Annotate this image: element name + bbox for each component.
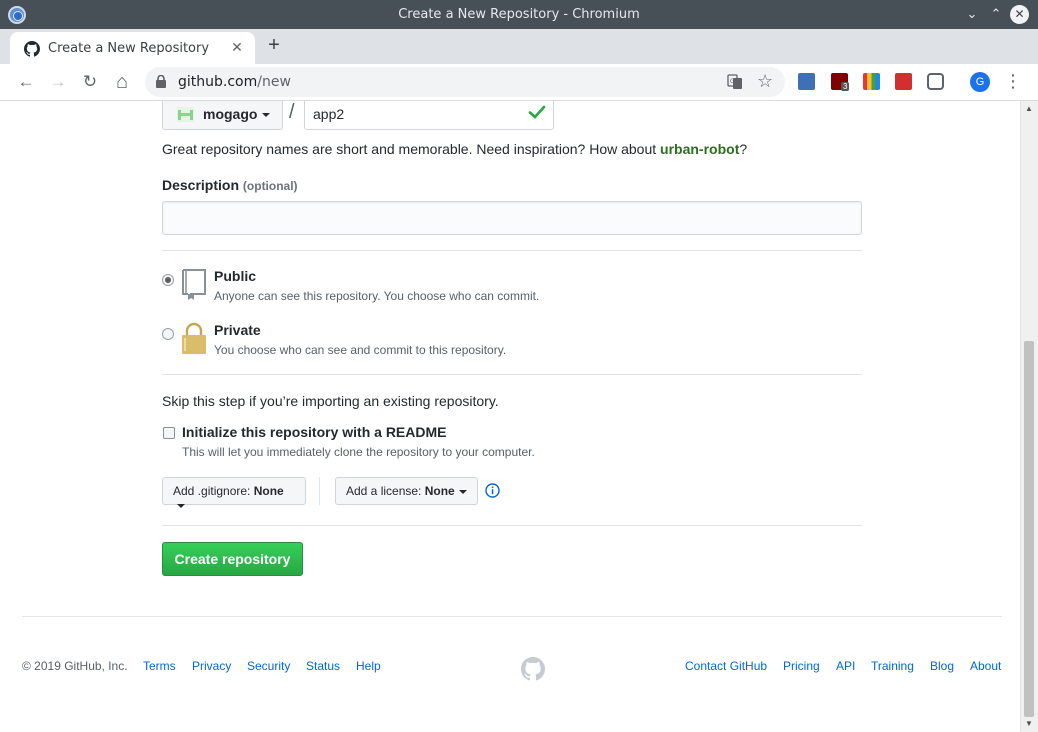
url-path: /new [257, 74, 291, 90]
create-repository-button[interactable]: Create repository [162, 542, 303, 576]
caret-down-icon [177, 503, 185, 508]
gitignore-value: None [253, 484, 284, 498]
public-description: Anyone can see this repository. You choo… [214, 289, 540, 303]
license-value: None [424, 484, 455, 498]
description-input[interactable] [162, 201, 862, 235]
ublock-icon[interactable]: 3 [831, 73, 850, 91]
private-radio[interactable] [162, 328, 174, 340]
name-suggestion-link[interactable]: urban-robot [660, 141, 739, 157]
footer-copyright: © 2019 GitHub, Inc. [22, 659, 128, 673]
repo-book-icon [182, 269, 206, 300]
pocket-icon[interactable] [927, 73, 944, 90]
footer-link-privacy[interactable]: Privacy [192, 659, 231, 673]
scrollbar-thumb[interactable] [1024, 341, 1034, 717]
footer-link-contact[interactable]: Contact GitHub [685, 659, 767, 673]
close-tab-icon[interactable]: ✕ [229, 39, 245, 55]
profile-avatar[interactable]: G [970, 72, 990, 92]
footer-divider [22, 616, 1002, 617]
github-icon [24, 41, 40, 57]
github-logo-icon[interactable] [521, 657, 545, 681]
info-icon[interactable] [485, 483, 500, 498]
tab-strip: Create a New Repository ✕ + [0, 29, 1038, 64]
public-label: Public [214, 268, 257, 284]
reload-icon[interactable]: ↻ [80, 72, 100, 92]
scroll-down-icon[interactable]: ▼ [1025, 719, 1033, 728]
repository-name-input[interactable]: app2 [304, 101, 554, 130]
translate-icon[interactable]: G [727, 74, 743, 90]
divider [162, 525, 862, 526]
footer-link-training[interactable]: Training [871, 659, 914, 673]
public-radio[interactable] [162, 274, 174, 286]
description-label: Description (optional) [162, 177, 298, 193]
owner-name: mogago [203, 106, 258, 122]
lock-icon [156, 75, 166, 88]
home-icon[interactable]: ⌂ [112, 72, 132, 92]
minimize-icon[interactable]: ⌄ [962, 4, 982, 24]
init-readme-checkbox[interactable] [163, 427, 175, 439]
new-tab-button[interactable]: + [264, 35, 284, 56]
caret-down-icon [458, 489, 467, 494]
maximize-icon[interactable]: ⌃ [986, 4, 1006, 24]
tab-title: Create a New Repository [48, 41, 210, 56]
url-text: github.com/new [178, 74, 291, 90]
gitignore-select-button[interactable]: Add .gitignore: None [162, 477, 306, 508]
colorful-extension-icon[interactable] [863, 73, 880, 90]
footer-link-status[interactable]: Status [306, 659, 340, 673]
page-scrollbar[interactable]: ▲ ▼ [1020, 101, 1038, 732]
forward-icon[interactable]: → [48, 72, 68, 92]
browser-toolbar: ← → ↻ ⌂ github.com/new G ☆ 3 G ⋮ [0, 64, 1038, 101]
divider [162, 250, 862, 251]
private-description: You choose who can see and commit to thi… [214, 343, 507, 357]
owner-repo-separator: / [289, 101, 295, 123]
footer-link-pricing[interactable]: Pricing [783, 659, 820, 673]
page-content: mogago / app2 Great repository names are… [0, 101, 1020, 732]
skip-text: Skip this step if you’re importing an ex… [162, 393, 499, 409]
lock-icon [182, 322, 206, 354]
footer-link-security[interactable]: Security [247, 659, 290, 673]
description-label-text: Description [162, 177, 240, 193]
ublock-badge: 3 [841, 82, 850, 91]
back-icon[interactable]: ← [16, 72, 36, 92]
close-window-icon[interactable]: ✕ [1010, 5, 1029, 24]
optional-hint: (optional) [242, 179, 298, 193]
bookmark-star-icon[interactable]: ☆ [757, 71, 773, 92]
caret-down-icon [262, 113, 270, 117]
vertical-divider [319, 477, 320, 505]
wand-extension-icon[interactable] [895, 73, 912, 90]
window-titlebar: Create a New Repository - Chromium ⌄ ⌃ ✕ [0, 0, 1038, 29]
gitignore-prefix: Add .gitignore: [173, 484, 254, 498]
check-icon [528, 105, 546, 119]
scroll-up-icon[interactable]: ▲ [1025, 104, 1033, 113]
svg-text:G: G [730, 78, 735, 85]
footer-link-help[interactable]: Help [356, 659, 381, 673]
init-readme-note: This will let you immediately clone the … [182, 445, 535, 459]
address-bar[interactable]: github.com/new G ☆ [145, 67, 785, 97]
url-host: github.com [178, 74, 258, 90]
owner-avatar [177, 107, 194, 122]
license-select-button[interactable]: Add a license: None [335, 477, 478, 505]
license-prefix: Add a license: [346, 484, 425, 498]
save-extension-icon[interactable] [798, 73, 815, 90]
repository-name-value: app2 [313, 106, 345, 122]
browser-menu-icon[interactable]: ⋮ [1004, 71, 1022, 91]
private-label: Private [214, 322, 261, 338]
footer-link-api[interactable]: API [836, 659, 855, 673]
owner-select-button[interactable]: mogago [162, 101, 283, 130]
divider [162, 374, 862, 375]
inspiration-suffix: ? [739, 141, 748, 157]
footer-link-terms[interactable]: Terms [143, 659, 176, 673]
window-title: Create a New Repository - Chromium [398, 7, 640, 22]
inspiration-prefix: Great repository names are short and mem… [162, 141, 661, 157]
footer-link-about[interactable]: About [970, 659, 1001, 673]
name-inspiration-text: Great repository names are short and mem… [162, 141, 747, 157]
footer-link-blog[interactable]: Blog [930, 659, 954, 673]
tab-create-repository[interactable]: Create a New Repository ✕ [10, 32, 255, 64]
init-readme-label[interactable]: Initialize this repository with a README [182, 424, 446, 440]
